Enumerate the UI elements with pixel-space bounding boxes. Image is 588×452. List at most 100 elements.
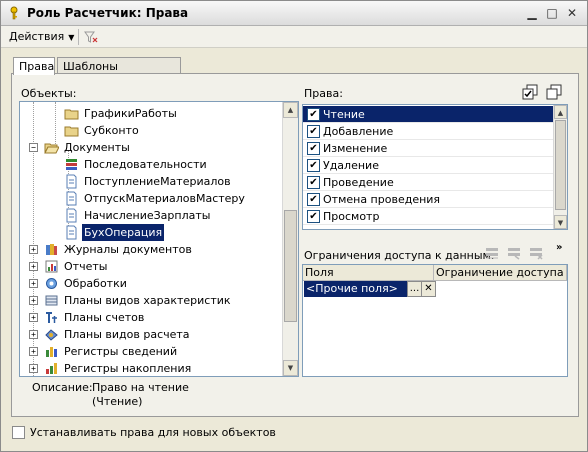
- copy-restriction-icon[interactable]: [506, 245, 522, 261]
- description-line-1: Право на чтение: [92, 381, 189, 394]
- maximize-icon[interactable]: □: [545, 6, 559, 20]
- tree-scrollbar[interactable]: ▲ ▼: [282, 102, 298, 376]
- toolbar-separator: [78, 29, 79, 45]
- uncheck-all-icon[interactable]: [546, 84, 562, 100]
- right-checkbox[interactable]: ✔: [307, 142, 320, 155]
- accounts-icon: [46, 312, 57, 323]
- delete-restriction-icon[interactable]: [528, 245, 544, 261]
- tab-rights-label: Права: [19, 60, 55, 73]
- fields-cell-input[interactable]: <Прочие поля>: [304, 281, 407, 297]
- objects-tree[interactable]: ГрафикиРаботы Субконто − Документы После…: [19, 101, 299, 377]
- calc-types-icon: [45, 329, 58, 341]
- chart-types-icon: [45, 295, 58, 306]
- tree-item-label: Регистры сведений: [64, 345, 178, 358]
- expand-icon[interactable]: +: [29, 330, 38, 339]
- document-icon: [66, 208, 77, 223]
- expand-icon[interactable]: +: [29, 364, 38, 373]
- scroll-down-icon[interactable]: ▼: [283, 360, 298, 376]
- tree-item-label: Субконто: [84, 124, 139, 137]
- add-restriction-icon[interactable]: [484, 245, 500, 261]
- scroll-up-icon[interactable]: ▲: [283, 102, 298, 118]
- dropdown-arrow-icon: ▼: [68, 33, 75, 42]
- new-objects-rights-label[interactable]: Устанавливать права для новых объектов: [30, 426, 276, 439]
- tab-rights[interactable]: Права: [13, 57, 55, 75]
- info-register-icon: [46, 347, 57, 357]
- right-checkbox[interactable]: ✔: [307, 108, 320, 121]
- toolbar: Действия ▼: [1, 26, 587, 48]
- filter-icon[interactable]: [83, 29, 99, 45]
- rights-scrollbar[interactable]: ▲ ▼: [553, 105, 567, 229]
- actions-label: Действия: [9, 30, 65, 43]
- rights-label: Права:: [304, 87, 343, 100]
- actions-menu-button[interactable]: Действия ▼: [9, 30, 74, 43]
- tree-item-label: Документы: [64, 141, 130, 154]
- collapse-icon[interactable]: −: [29, 143, 38, 152]
- tree-item-label: НачислениеЗарплаты: [84, 209, 211, 222]
- scroll-down-icon[interactable]: ▼: [554, 215, 567, 229]
- tree-item-label: Планы видов характеристик: [64, 294, 231, 307]
- tree-item-label: Планы счетов: [64, 311, 145, 324]
- right-item-delete[interactable]: ✔ Удаление: [303, 157, 553, 174]
- minimize-icon[interactable]: ▁: [525, 6, 539, 20]
- sequence-icon: [66, 159, 77, 170]
- more-commands-icon[interactable]: »: [556, 242, 562, 253]
- expand-icon[interactable]: +: [29, 313, 38, 322]
- check-all-icon[interactable]: [522, 84, 538, 100]
- right-checkbox[interactable]: ✔: [307, 176, 320, 189]
- new-objects-rights-checkbox[interactable]: [12, 426, 25, 439]
- right-checkbox[interactable]: ✔: [307, 193, 320, 206]
- right-checkbox[interactable]: ✔: [307, 159, 320, 172]
- tree-item-label: Регистры накопления: [64, 362, 192, 375]
- report-icon: [45, 260, 58, 273]
- clear-icon[interactable]: ✕: [421, 281, 436, 297]
- right-checkbox[interactable]: ✔: [307, 125, 320, 138]
- scroll-up-icon[interactable]: ▲: [554, 105, 567, 119]
- open-folder-icon: [44, 143, 59, 154]
- title-bar[interactable]: Роль Расчетчик: Права ▁ □ ✕: [1, 1, 587, 26]
- right-label: Отмена проведения: [323, 193, 441, 206]
- right-label: Добавление: [323, 125, 394, 138]
- expand-icon[interactable]: +: [29, 279, 38, 288]
- expand-icon[interactable]: +: [29, 262, 38, 271]
- close-icon[interactable]: ✕: [565, 6, 579, 20]
- right-item-edit[interactable]: ✔ Изменение: [303, 140, 553, 157]
- folder-icon: [64, 126, 79, 137]
- right-item-view[interactable]: ✔ Просмотр: [303, 208, 553, 225]
- description-line-2: (Чтение): [92, 395, 143, 408]
- tree-item-label: Отчеты: [64, 260, 108, 273]
- document-icon: [66, 174, 77, 189]
- expand-icon[interactable]: +: [29, 347, 38, 356]
- restrictions-label: Ограничения доступа к данным:: [304, 249, 495, 262]
- tree-item-label: Обработки: [64, 277, 127, 290]
- journal-icon: [46, 244, 57, 255]
- accum-register-icon: [46, 363, 57, 374]
- column-header-restriction[interactable]: Ограничение доступа: [434, 265, 567, 281]
- scroll-thumb[interactable]: [284, 210, 297, 322]
- tree-item-label: БухОперация: [82, 224, 165, 241]
- right-label: Просмотр: [323, 210, 380, 223]
- right-checkbox[interactable]: ✔: [307, 210, 320, 223]
- restrictions-table[interactable]: Поля Ограничение доступа <Прочие поля> .…: [302, 264, 568, 377]
- right-item-add[interactable]: ✔ Добавление: [303, 123, 553, 140]
- key-icon: [10, 6, 18, 20]
- select-button[interactable]: ...: [407, 281, 422, 297]
- right-item-read[interactable]: ✔ Чтение: [303, 106, 553, 123]
- document-icon: [66, 191, 77, 206]
- processing-icon: [46, 278, 57, 289]
- scroll-thumb[interactable]: [555, 120, 566, 210]
- tree-item-label: ГрафикиРаботы: [84, 107, 177, 120]
- right-item-post[interactable]: ✔ Проведение: [303, 174, 553, 191]
- description-value: Право на чтение (Чтение): [92, 381, 189, 409]
- expand-icon[interactable]: +: [29, 296, 38, 305]
- tab-restriction-templates[interactable]: Шаблоны ограничений: [57, 57, 181, 86]
- description-label: Описание:: [32, 381, 93, 394]
- tree-item-label: Последовательности: [84, 158, 207, 171]
- folder-icon: [64, 109, 79, 120]
- document-icon: [66, 225, 77, 240]
- right-item-unpost[interactable]: ✔ Отмена проведения: [303, 191, 553, 208]
- role-rights-window: Роль Расчетчик: Права ▁ □ ✕ Действия ▼ Пр…: [0, 0, 588, 452]
- rights-list[interactable]: ✔ Чтение ✔ Добавление ✔ Изменение ✔ Удал…: [302, 104, 568, 230]
- expand-icon[interactable]: +: [29, 245, 38, 254]
- tree-item-label: Планы видов расчета: [64, 328, 190, 341]
- column-header-fields[interactable]: Поля: [303, 265, 434, 281]
